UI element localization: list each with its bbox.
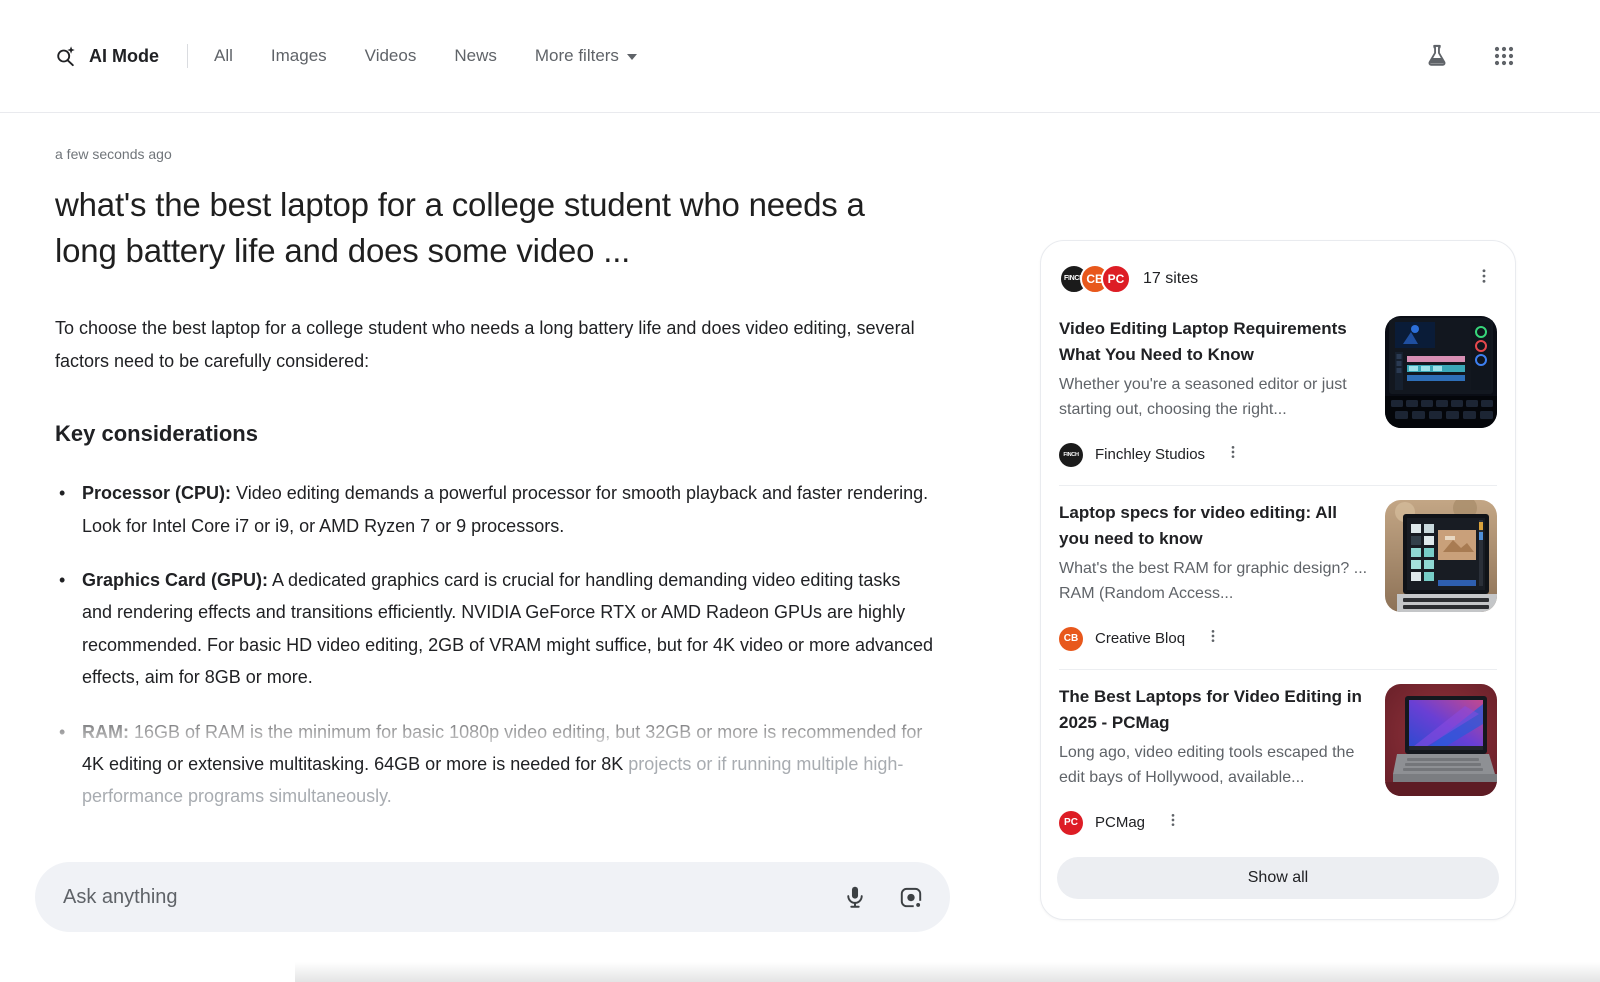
- pcmag-favicon: PC: [1059, 811, 1083, 835]
- answer-column: a few seconds ago what's the best laptop…: [55, 113, 970, 835]
- ask-input[interactable]: [63, 886, 842, 909]
- list-item-gpu: Graphics Card (GPU): A dedicated graphic…: [55, 564, 935, 694]
- bullet-label: RAM:: [82, 722, 129, 742]
- finchley-favicon: FINCH: [1059, 443, 1083, 467]
- card-three-dot-menu-icon[interactable]: [1201, 624, 1225, 653]
- google-apps-grid-icon[interactable]: [1492, 44, 1516, 68]
- source-name: PCMag: [1095, 814, 1145, 831]
- more-filters-menu[interactable]: More filters: [535, 46, 637, 66]
- card-description: What's the best RAM for graphic design? …: [1059, 557, 1369, 607]
- card-divider: [1059, 669, 1497, 670]
- site-card-creativebloq[interactable]: Laptop specs for video editing: All you …: [1057, 488, 1499, 657]
- show-all-button[interactable]: Show all: [1057, 857, 1499, 899]
- card-three-dot-menu-icon[interactable]: [1161, 808, 1185, 837]
- tab-videos[interactable]: Videos: [365, 46, 417, 66]
- creativebloq-favicon: CB: [1059, 627, 1083, 651]
- site-card-finchley[interactable]: Video Editing Laptop Requirements What Y…: [1057, 304, 1499, 473]
- ai-mode-label: AI Mode: [89, 46, 159, 67]
- pcmag-favicon: PC: [1101, 264, 1131, 294]
- card-title: The Best Laptops for Video Editing in 20…: [1059, 684, 1369, 735]
- query-title: what's the best laptop for a college stu…: [55, 182, 900, 274]
- card-thumbnail-video-editor: [1385, 316, 1497, 428]
- sites-count: 17 sites: [1143, 270, 1198, 288]
- card-thumbnail-laptop-photo-editor: [1385, 500, 1497, 612]
- answer-intro: To choose the best laptop for a college …: [55, 312, 935, 377]
- card-three-dot-menu-icon[interactable]: [1221, 440, 1245, 469]
- lens-camera-icon[interactable]: [898, 884, 924, 910]
- card-thumbnail-laptop-red: [1385, 684, 1497, 796]
- site-card-pcmag[interactable]: The Best Laptops for Video Editing in 20…: [1057, 672, 1499, 841]
- tab-all[interactable]: All: [214, 46, 233, 66]
- nav-divider: [187, 44, 188, 68]
- source-name: Finchley Studios: [1095, 446, 1205, 463]
- answer-timestamp: a few seconds ago: [55, 146, 970, 162]
- card-description: Long ago, video editing tools escaped th…: [1059, 741, 1369, 791]
- source-name: Creative Bloq: [1095, 630, 1185, 647]
- panel-three-dot-menu-icon[interactable]: [1471, 263, 1497, 294]
- section-heading: Key considerations: [55, 421, 970, 447]
- tab-news[interactable]: News: [454, 46, 497, 66]
- list-item-ram: RAM: 16GB of RAM is the minimum for basi…: [55, 716, 935, 813]
- ai-mode-sparkle-magnifier-icon: [55, 45, 77, 67]
- labs-flask-icon[interactable]: [1424, 43, 1450, 69]
- microphone-icon[interactable]: [842, 884, 868, 910]
- card-divider: [1059, 485, 1497, 486]
- ask-anything-bar[interactable]: [35, 862, 950, 932]
- considerations-list: Processor (CPU): Video editing demands a…: [55, 477, 935, 813]
- top-navigation: AI Mode All Images Videos News More filt…: [0, 0, 1600, 113]
- card-title: Laptop specs for video editing: All you …: [1059, 500, 1369, 551]
- bullet-label: Graphics Card (GPU):: [82, 570, 268, 590]
- bullet-label: Processor (CPU):: [82, 483, 231, 503]
- chevron-down-icon: [627, 54, 637, 60]
- card-description: Whether you're a seasoned editor or just…: [1059, 373, 1369, 423]
- favicon-cluster: FINCH CB PC: [1059, 264, 1131, 294]
- bottom-scroll-shadow: [295, 962, 1600, 982]
- list-item-cpu: Processor (CPU): Video editing demands a…: [55, 477, 935, 542]
- card-title: Video Editing Laptop Requirements What Y…: [1059, 316, 1369, 367]
- sources-panel-header: FINCH CB PC 17 sites: [1057, 257, 1499, 304]
- sources-panel: FINCH CB PC 17 sites Video Editing Lapto…: [1040, 240, 1516, 920]
- tab-ai-mode[interactable]: AI Mode: [55, 45, 159, 67]
- more-filters-label: More filters: [535, 46, 619, 66]
- tab-images[interactable]: Images: [271, 46, 327, 66]
